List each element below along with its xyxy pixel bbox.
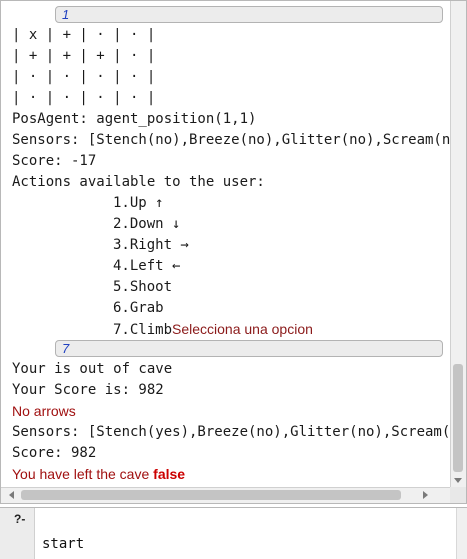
scroll-down-arrow-icon[interactable] — [454, 478, 462, 483]
prompt-gutter: ?- — [0, 508, 35, 559]
score-line: Score: 982 — [12, 445, 97, 461]
final-score-line: Your Score is: 982 — [12, 382, 164, 398]
query-number: 7 — [62, 341, 70, 356]
input-scrollbar[interactable] — [456, 508, 467, 559]
horizontal-scrollbar[interactable] — [1, 487, 450, 503]
query-number: 1 — [62, 7, 70, 22]
vertical-scroll-thumb[interactable] — [453, 364, 463, 472]
action-item: 2.Down ↓ — [113, 216, 181, 232]
prompt-label: ?- — [14, 512, 26, 526]
action-item: 6.Grab — [113, 300, 164, 316]
query-box[interactable]: 7 — [55, 340, 443, 357]
scroll-left-arrow-icon[interactable] — [9, 491, 14, 499]
scroll-corner — [450, 487, 466, 503]
agent-position: PosAgent: agent_position(1,1) — [12, 111, 257, 127]
horizontal-scroll-thumb[interactable] — [21, 490, 401, 500]
action-climb: 7.Climb — [113, 322, 173, 338]
no-arrows-message: No arrows — [12, 403, 76, 419]
out-of-cave-line: Your is out of cave — [12, 361, 173, 377]
board-row: | · | · | · | · | — [12, 90, 156, 106]
query-box[interactable]: 1 — [55, 6, 443, 23]
board-row: | · | · | · | · | — [12, 69, 156, 85]
action-item: 5.Shoot — [113, 279, 173, 295]
console-output: 1 | x | + | · | · | | + | + | + | · | | … — [0, 0, 467, 504]
action-item: 1.Up ↑ — [113, 195, 164, 211]
sensors-line: Sensors: [Stench(yes),Breeze(no),Glitter… — [12, 424, 450, 440]
console-lines: 1 | x | + | · | · | | + | + | + | · | | … — [1, 1, 450, 487]
action-item: 4.Left ← — [113, 258, 181, 274]
left-cave-value: false — [153, 466, 186, 482]
action-item: 7.ClimbSelecciona una opcion — [113, 319, 313, 340]
left-cave-label: You have left the cave — [12, 466, 154, 482]
query-input-area[interactable]: ?- start — [0, 507, 467, 559]
board-row: | + | + | + | · | — [12, 48, 156, 64]
select-prompt: Selecciona una opcion — [172, 321, 313, 337]
actions-header: Actions available to the user: — [12, 174, 265, 190]
board-row: | x | + | · | · | — [12, 27, 156, 43]
scroll-right-arrow-icon[interactable] — [423, 491, 428, 499]
query-input[interactable]: start — [42, 536, 84, 552]
score-line: Score: -17 — [12, 153, 97, 169]
left-cave-message: You have left the cave false — [12, 464, 185, 484]
sensors-line: Sensors: [Stench(no),Breeze(no),Glitter(… — [12, 132, 450, 148]
action-item: 3.Right → — [113, 237, 189, 253]
vertical-scrollbar[interactable] — [450, 1, 466, 487]
